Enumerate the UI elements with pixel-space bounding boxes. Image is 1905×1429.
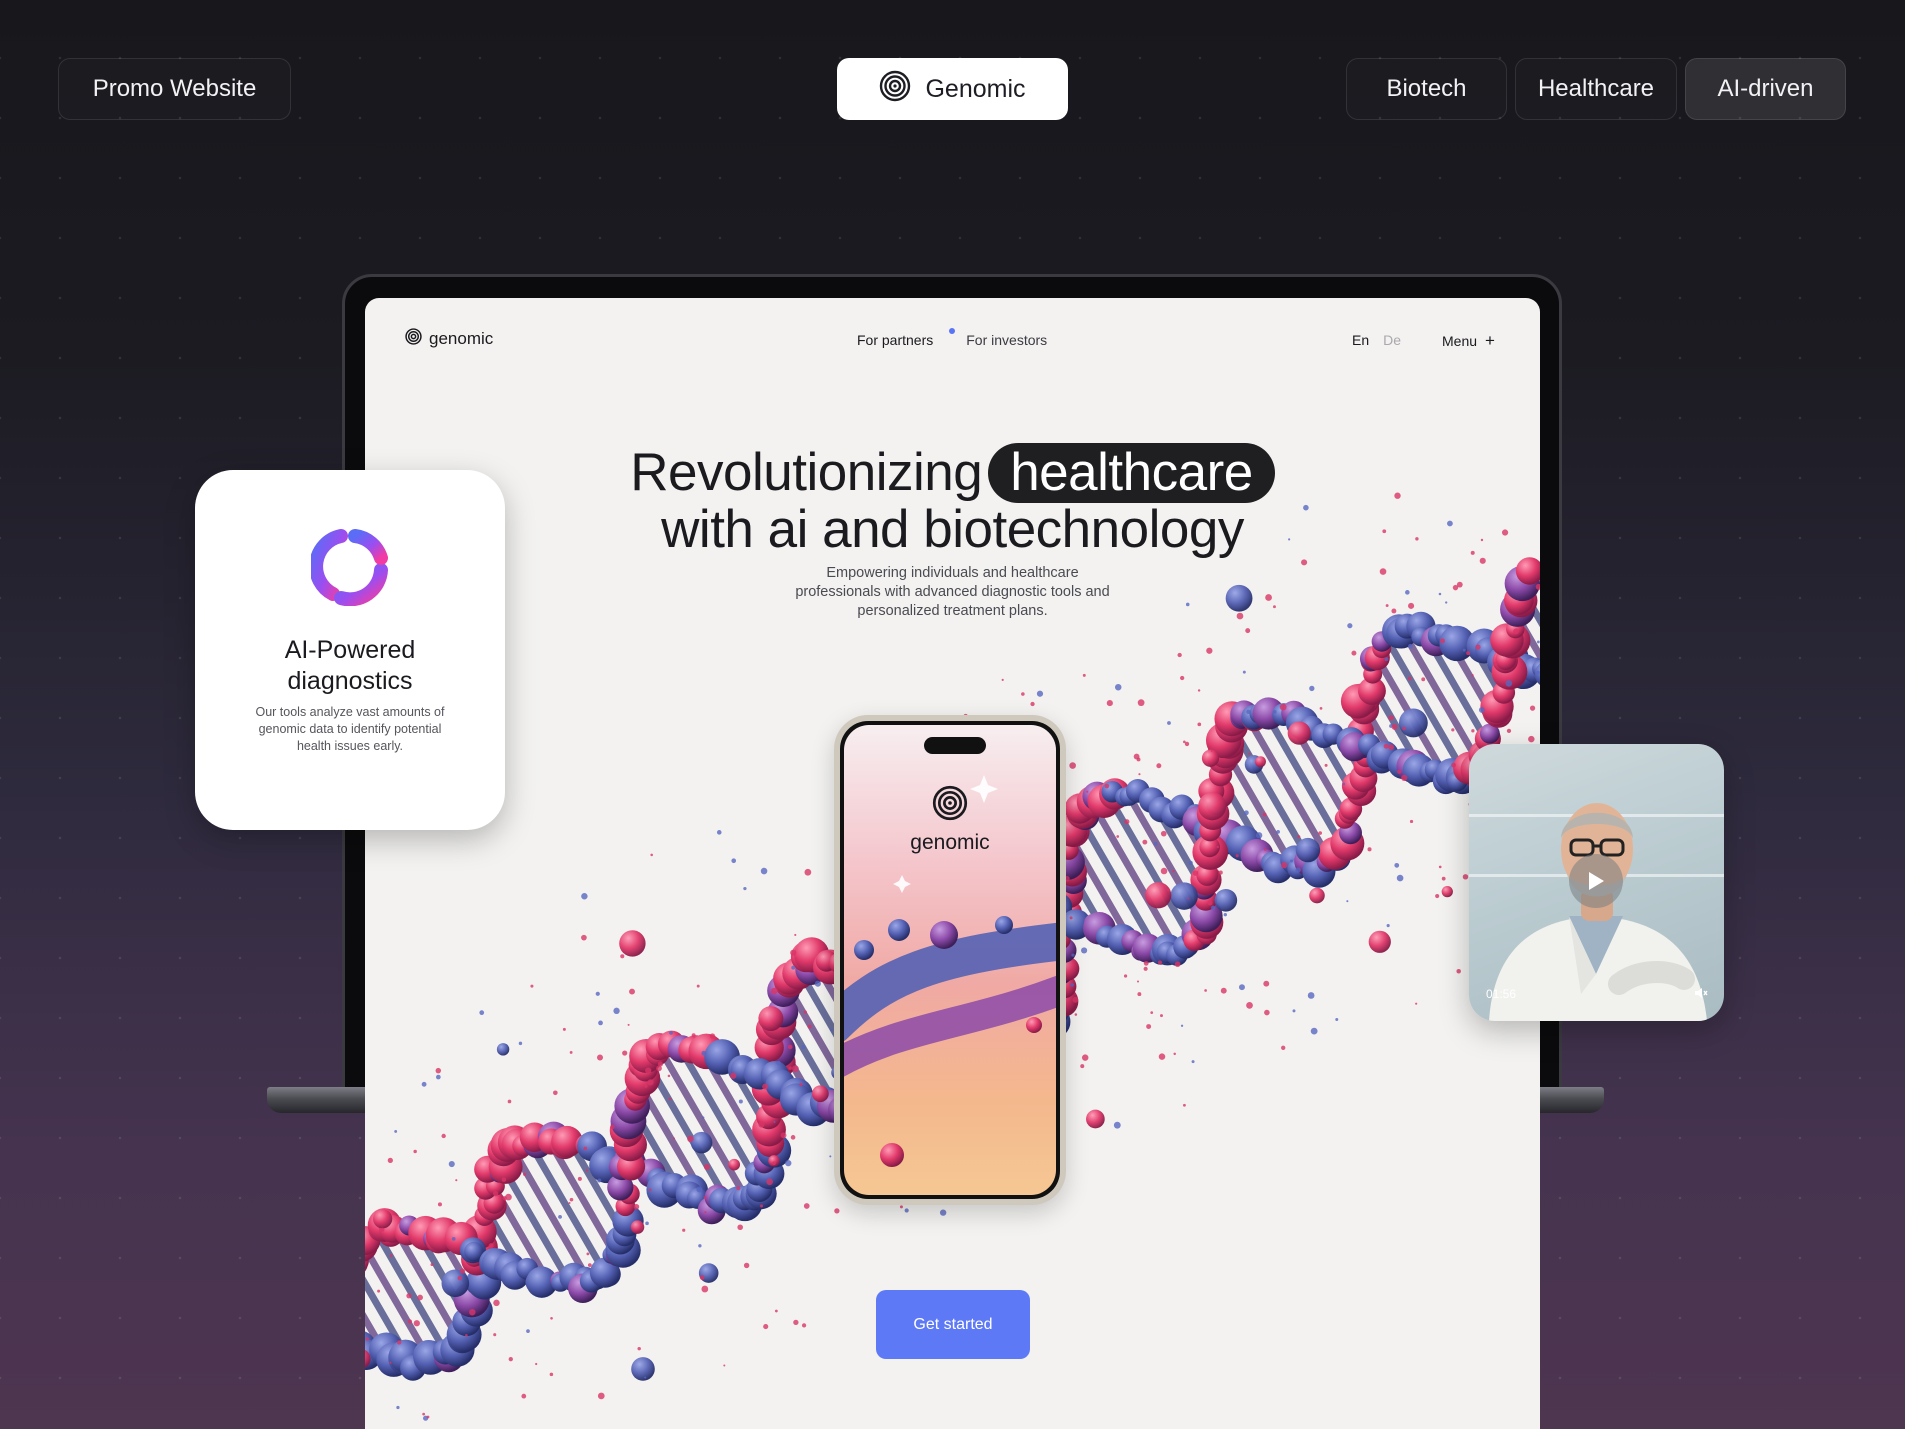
hero-subtitle-line: professionals with advanced diagnostic t…: [795, 584, 1110, 600]
menu-button[interactable]: Menu +: [1442, 331, 1495, 351]
tag-biotech: Biotech: [1346, 58, 1507, 120]
phone-mockup: genomic: [834, 715, 1066, 1205]
phone-logo: genomic: [844, 785, 1056, 855]
brand-label: Genomic: [925, 74, 1026, 103]
hero-subtitle-line: personalized treatment plans.: [857, 603, 1048, 619]
phone-notch: [924, 737, 986, 754]
site-nav: For partners For investors: [857, 328, 1047, 348]
brand-pill: Genomic: [837, 58, 1068, 120]
tag-ai-driven: AI-driven: [1685, 58, 1846, 120]
menu-label: Menu: [1442, 333, 1478, 349]
tag-label: Biotech: [1386, 75, 1467, 102]
genomic-logo-icon: [844, 785, 1056, 827]
category-pill: Promo Website: [58, 58, 291, 120]
ai-ring-icon: [309, 528, 389, 611]
hero-subtitle-line: Empowering individuals and healthcare: [826, 565, 1079, 581]
phone-logo-text: genomic: [910, 831, 990, 854]
lang-de[interactable]: De: [1383, 332, 1401, 348]
ai-card-description: Our tools analyze vast amounts of genomi…: [255, 705, 445, 753]
doctor-video-card[interactable]: 01:56: [1469, 744, 1724, 1021]
lang-en[interactable]: En: [1352, 332, 1369, 348]
genomic-logo-icon: [879, 70, 911, 109]
genomic-logo-icon: [405, 328, 422, 350]
play-icon[interactable]: [1569, 854, 1623, 908]
hero-title: Revolutionizing healthcare with ai and bi…: [365, 443, 1540, 556]
phone-frame: genomic: [840, 721, 1060, 1199]
site-logo[interactable]: genomic: [405, 328, 493, 350]
hero-title-highlight: healthcare: [988, 443, 1275, 503]
site-logo-text: genomic: [429, 329, 494, 348]
language-switch: En De: [1352, 332, 1401, 348]
ai-diagnostics-card: AI-Powered diagnostics Our tools analyze…: [195, 470, 505, 830]
plus-icon: +: [1485, 331, 1495, 350]
hero-title-line2: with ai and biotechnology: [661, 500, 1244, 559]
hero-subtitle: Empowering individuals and healthcare pr…: [365, 564, 1540, 621]
get-started-button[interactable]: Get started: [876, 1290, 1030, 1359]
nav-active-indicator: [949, 328, 955, 334]
ai-card-title-line: diagnostics: [287, 667, 413, 695]
website-screen: genomic For partners For investors En De…: [365, 298, 1540, 1429]
category-label: Promo Website: [92, 75, 257, 102]
hero-title-part1: Revolutionizing: [630, 443, 983, 502]
phone-screen: genomic: [844, 725, 1056, 1195]
nav-for-investors[interactable]: For investors: [966, 332, 1047, 348]
ai-card-title-line: AI-Powered: [284, 636, 416, 664]
video-duration: 01:56: [1486, 987, 1517, 1001]
ai-card-title: AI-Powered diagnostics: [195, 635, 505, 697]
tag-label: Healthcare: [1537, 75, 1655, 102]
tag-healthcare: Healthcare: [1515, 58, 1677, 120]
tag-label: AI-driven: [1717, 75, 1814, 102]
mute-icon[interactable]: [1694, 986, 1708, 1003]
nav-for-partners[interactable]: For partners: [857, 332, 933, 348]
